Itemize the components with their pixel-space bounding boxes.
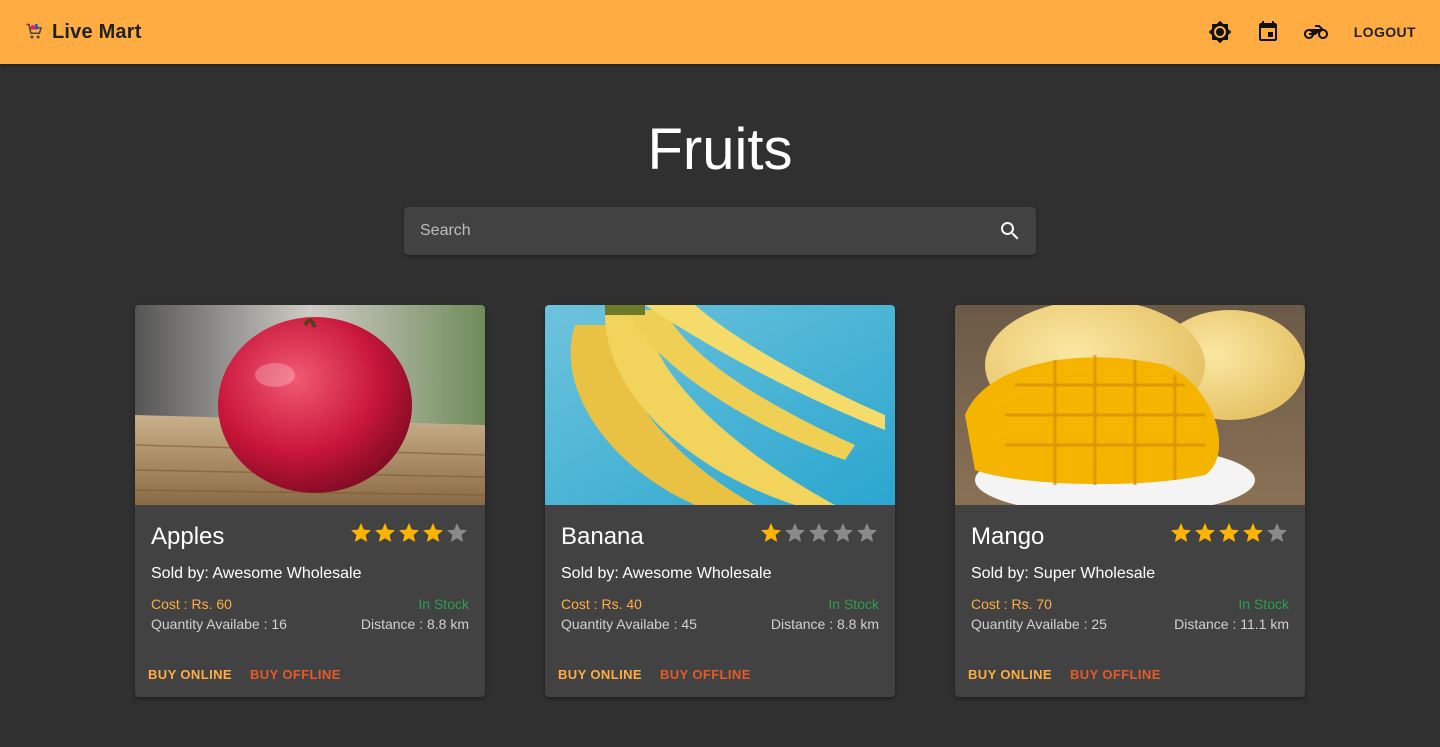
- rating-stars: [349, 521, 469, 545]
- product-image-mango[interactable]: [955, 305, 1305, 505]
- star-filled-icon: [1171, 523, 1191, 542]
- quantity-label: Quantity Availabe : 16: [151, 616, 287, 632]
- star-filled-icon: [423, 523, 443, 542]
- star-empty-icon: [857, 523, 877, 542]
- star-filled-icon: [399, 523, 419, 542]
- quantity-label: Quantity Availabe : 25: [971, 616, 1107, 632]
- star-empty-icon: [447, 523, 467, 542]
- star-filled-icon: [351, 523, 371, 542]
- star-empty-icon: [1267, 523, 1287, 542]
- search-icon: [1001, 222, 1019, 240]
- star-filled-icon: [1195, 523, 1215, 542]
- star-empty-icon: [809, 523, 829, 542]
- distance-label: Distance : 8.8 km: [360, 616, 469, 632]
- buy-offline-button[interactable]: BUY OFFLINE: [655, 661, 760, 688]
- product-name: Mango: [971, 523, 1045, 550]
- buy-online-button[interactable]: BUY ONLINE: [143, 661, 241, 688]
- cost-label: Cost : Rs. 40: [561, 596, 642, 612]
- brand[interactable]: Live Mart: [24, 21, 142, 44]
- buy-online-button[interactable]: BUY ONLINE: [963, 661, 1061, 688]
- cost-label: Cost : Rs. 70: [971, 596, 1052, 612]
- product-card: Banana Sold by: Awesome Wholesale Cost :…: [545, 305, 895, 697]
- card-actions: BUY ONLINE BUY OFFLINE: [143, 661, 354, 688]
- rating-stars: [759, 521, 879, 545]
- product-image-apple[interactable]: [135, 305, 485, 505]
- product-name: Apples: [151, 523, 225, 550]
- quantity-label: Quantity Availabe : 45: [561, 616, 697, 632]
- product-card: Apples Sold by: Awesome Wholesale Cost :…: [135, 305, 485, 697]
- cost-label: Cost : Rs. 60: [151, 596, 232, 612]
- product-name: Banana: [561, 523, 644, 550]
- motorcycle-icon: [1303, 25, 1328, 39]
- delivery-button[interactable]: [1292, 8, 1340, 56]
- appbar-actions: LOGOUT: [1196, 8, 1422, 56]
- search-input[interactable]: [404, 207, 996, 255]
- search-button[interactable]: [992, 213, 1028, 249]
- star-filled-icon: [375, 523, 395, 542]
- card-actions: BUY ONLINE BUY OFFLINE: [553, 661, 764, 688]
- rating-stars: [1169, 521, 1289, 545]
- logout-button[interactable]: LOGOUT: [1348, 16, 1422, 48]
- search-bar: [404, 207, 1036, 255]
- seller-label: Sold by: Super Wholesale: [971, 565, 1156, 582]
- app-title: Live Mart: [52, 20, 142, 43]
- buy-offline-button[interactable]: BUY OFFLINE: [245, 661, 350, 688]
- theme-toggle-button[interactable]: [1196, 8, 1244, 56]
- stock-status: In Stock: [1238, 596, 1289, 612]
- product-card: Mango Sold by: Super Wholesale Cost : Rs…: [955, 305, 1305, 697]
- shopping-cart-icon: [26, 23, 43, 39]
- star-empty-icon: [785, 523, 805, 542]
- star-empty-icon: [833, 523, 853, 542]
- brightness-icon: [1208, 20, 1232, 44]
- distance-label: Distance : 11.1 km: [1174, 616, 1289, 632]
- stock-status: In Stock: [418, 596, 469, 612]
- calendar-button[interactable]: [1244, 8, 1292, 56]
- distance-label: Distance : 8.8 km: [770, 616, 879, 632]
- page-title: Fruits: [647, 117, 793, 182]
- star-filled-icon: [1243, 523, 1263, 542]
- app-bar: Live Mart LOGOUT: [0, 0, 1440, 64]
- star-filled-icon: [1219, 523, 1239, 542]
- star-filled-icon: [761, 523, 781, 542]
- product-image-banana[interactable]: [545, 305, 895, 505]
- buy-offline-button[interactable]: BUY OFFLINE: [1065, 661, 1170, 688]
- card-actions: BUY ONLINE BUY OFFLINE: [963, 661, 1174, 688]
- seller-label: Sold by: Awesome Wholesale: [561, 565, 772, 582]
- calendar-icon: [1258, 21, 1277, 41]
- stock-status: In Stock: [828, 596, 879, 612]
- seller-label: Sold by: Awesome Wholesale: [151, 565, 362, 582]
- buy-online-button[interactable]: BUY ONLINE: [553, 661, 651, 688]
